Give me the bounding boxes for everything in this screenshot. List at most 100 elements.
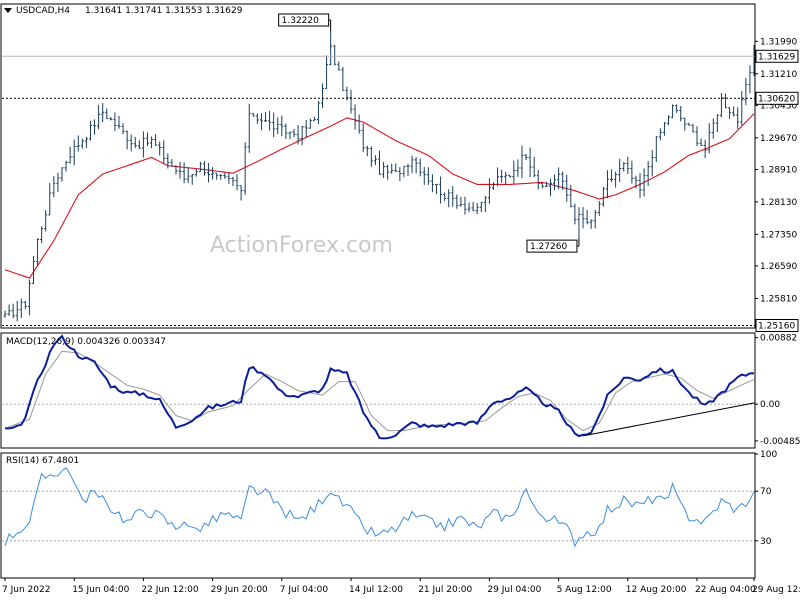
ohlc-bar <box>719 92 723 118</box>
ohlc-bar <box>3 310 7 318</box>
ohlc-bar <box>141 131 145 158</box>
rsi-line <box>4 466 755 548</box>
ohlc-bar <box>113 112 117 132</box>
ohlc-bar <box>614 171 618 188</box>
ohlc-bar <box>264 112 268 123</box>
ohlc-bar <box>394 163 398 172</box>
macd-tick-label: 0.00 <box>760 400 780 410</box>
price-axis: 1.319901.312101.304501.296701.289101.281… <box>755 37 799 333</box>
ohlc-bar <box>304 119 308 139</box>
ohlc-bar <box>68 146 72 164</box>
ohlc-bar <box>675 104 679 113</box>
price-panel: ActionForex.com 1.32220 1.27260 USDCAD,H4… <box>2 6 799 333</box>
ohlc-bar <box>504 171 508 185</box>
ohlc-bar <box>491 182 495 190</box>
ohlc-bar <box>679 105 683 122</box>
ohlc-bar <box>451 186 455 207</box>
ohlc-bar <box>353 104 357 130</box>
ohlc-bar <box>687 122 691 126</box>
ohlc-bar <box>597 200 601 216</box>
ohlc-bar <box>341 66 345 91</box>
ohlc-bar <box>447 189 451 208</box>
ohlc-bar <box>329 31 333 66</box>
ohlc-bar <box>182 162 186 184</box>
ohlc-bar <box>536 169 540 190</box>
ohlc-bar <box>251 113 255 117</box>
ohlc-bar <box>496 167 500 187</box>
collapse-triangle-icon[interactable] <box>4 8 12 13</box>
ohlc-bar <box>109 116 113 121</box>
time-tick-label: 29 Aug 12:00 <box>752 585 800 595</box>
ohlc-bar <box>357 114 361 134</box>
ohlc-bar <box>186 167 190 184</box>
ohlc-bar <box>259 113 263 131</box>
macd-panel: MACD(12,26,9) 0.004326 0.003347 0.00882 0… <box>2 334 800 447</box>
ohlc-bar <box>402 165 406 178</box>
ohlc-bar <box>540 182 544 189</box>
ohlc-bar <box>292 128 296 138</box>
ohlc-bar <box>443 192 447 201</box>
macd-label: MACD(12,26,9) 0.004326 0.003347 <box>6 337 166 347</box>
ohlc-bar <box>23 300 27 310</box>
ohlc-bar <box>553 174 557 191</box>
price-tick-label: 1.31210 <box>760 70 797 80</box>
ohlc-bar <box>471 201 475 212</box>
ohlc-bar <box>129 134 133 152</box>
rsi-levels <box>2 490 755 542</box>
ohlc-bar <box>585 210 589 225</box>
ohlc-bar <box>589 219 593 229</box>
ohlc-bar <box>125 130 129 150</box>
ohlc-bar <box>577 207 581 239</box>
ohlc-bar <box>630 160 634 184</box>
price-tick-label: 1.29670 <box>760 134 797 144</box>
level-price-label: 1.25160 <box>758 322 795 332</box>
ohlc-bar <box>72 139 76 166</box>
rsi-tick-label: 100 <box>760 450 777 460</box>
ohlc-bar <box>479 201 483 213</box>
ohlc-bar <box>365 145 369 157</box>
macd-tick-label: 0.00882 <box>760 334 797 344</box>
ohlc-bar <box>475 203 479 215</box>
ohlc-bar <box>434 183 438 195</box>
ohlc-bar <box>227 171 231 184</box>
price-tick-label: 1.28130 <box>760 198 797 208</box>
time-tick-label: 22 Aug 04:00 <box>695 585 756 595</box>
ohlc-bar <box>60 167 64 182</box>
ohlc-bar <box>512 160 516 184</box>
ohlc-bar <box>695 126 699 147</box>
price-levels <box>2 55 755 327</box>
ohlc-header: 1.31641 1.31741 1.31553 1.31629 <box>85 6 243 16</box>
ohlc-bar <box>48 182 52 216</box>
ohlc-bar <box>373 155 377 166</box>
ohlc-bar <box>211 167 215 180</box>
ohlc-bar <box>740 91 744 126</box>
price-bars <box>3 31 756 322</box>
ohlc-bar <box>410 155 414 174</box>
ohlc-bar <box>605 170 609 199</box>
ohlc-bar <box>93 119 97 135</box>
callout-label: 1.32220 <box>282 16 319 26</box>
ohlc-bar <box>178 161 182 179</box>
ohlc-bar <box>150 136 154 149</box>
ohlc-bar <box>467 202 471 213</box>
ohlc-bar <box>724 93 728 109</box>
current-price-label: 1.31629 <box>758 52 795 62</box>
ohlc-bar <box>671 104 675 119</box>
ohlc-bar <box>548 178 552 197</box>
ohlc-bar <box>532 156 536 178</box>
ohlc-bar <box>390 163 394 174</box>
ohlc-bar <box>215 172 219 180</box>
ohlc-bar <box>487 178 491 204</box>
ohlc-bar <box>19 298 23 318</box>
ohlc-bar <box>418 158 422 177</box>
ohlc-bar <box>382 161 386 179</box>
ohlc-bar <box>715 114 719 133</box>
ohlc-bar <box>300 125 304 146</box>
ohlc-bar <box>325 55 329 89</box>
rsi-tick-label: 70 <box>760 487 772 497</box>
rsi-label: RSI(14) 67.4801 <box>6 456 79 466</box>
ohlc-bar <box>459 196 463 207</box>
ohlc-bar <box>528 147 532 178</box>
ohlc-bar <box>316 100 320 125</box>
ohlc-bar <box>235 174 239 191</box>
